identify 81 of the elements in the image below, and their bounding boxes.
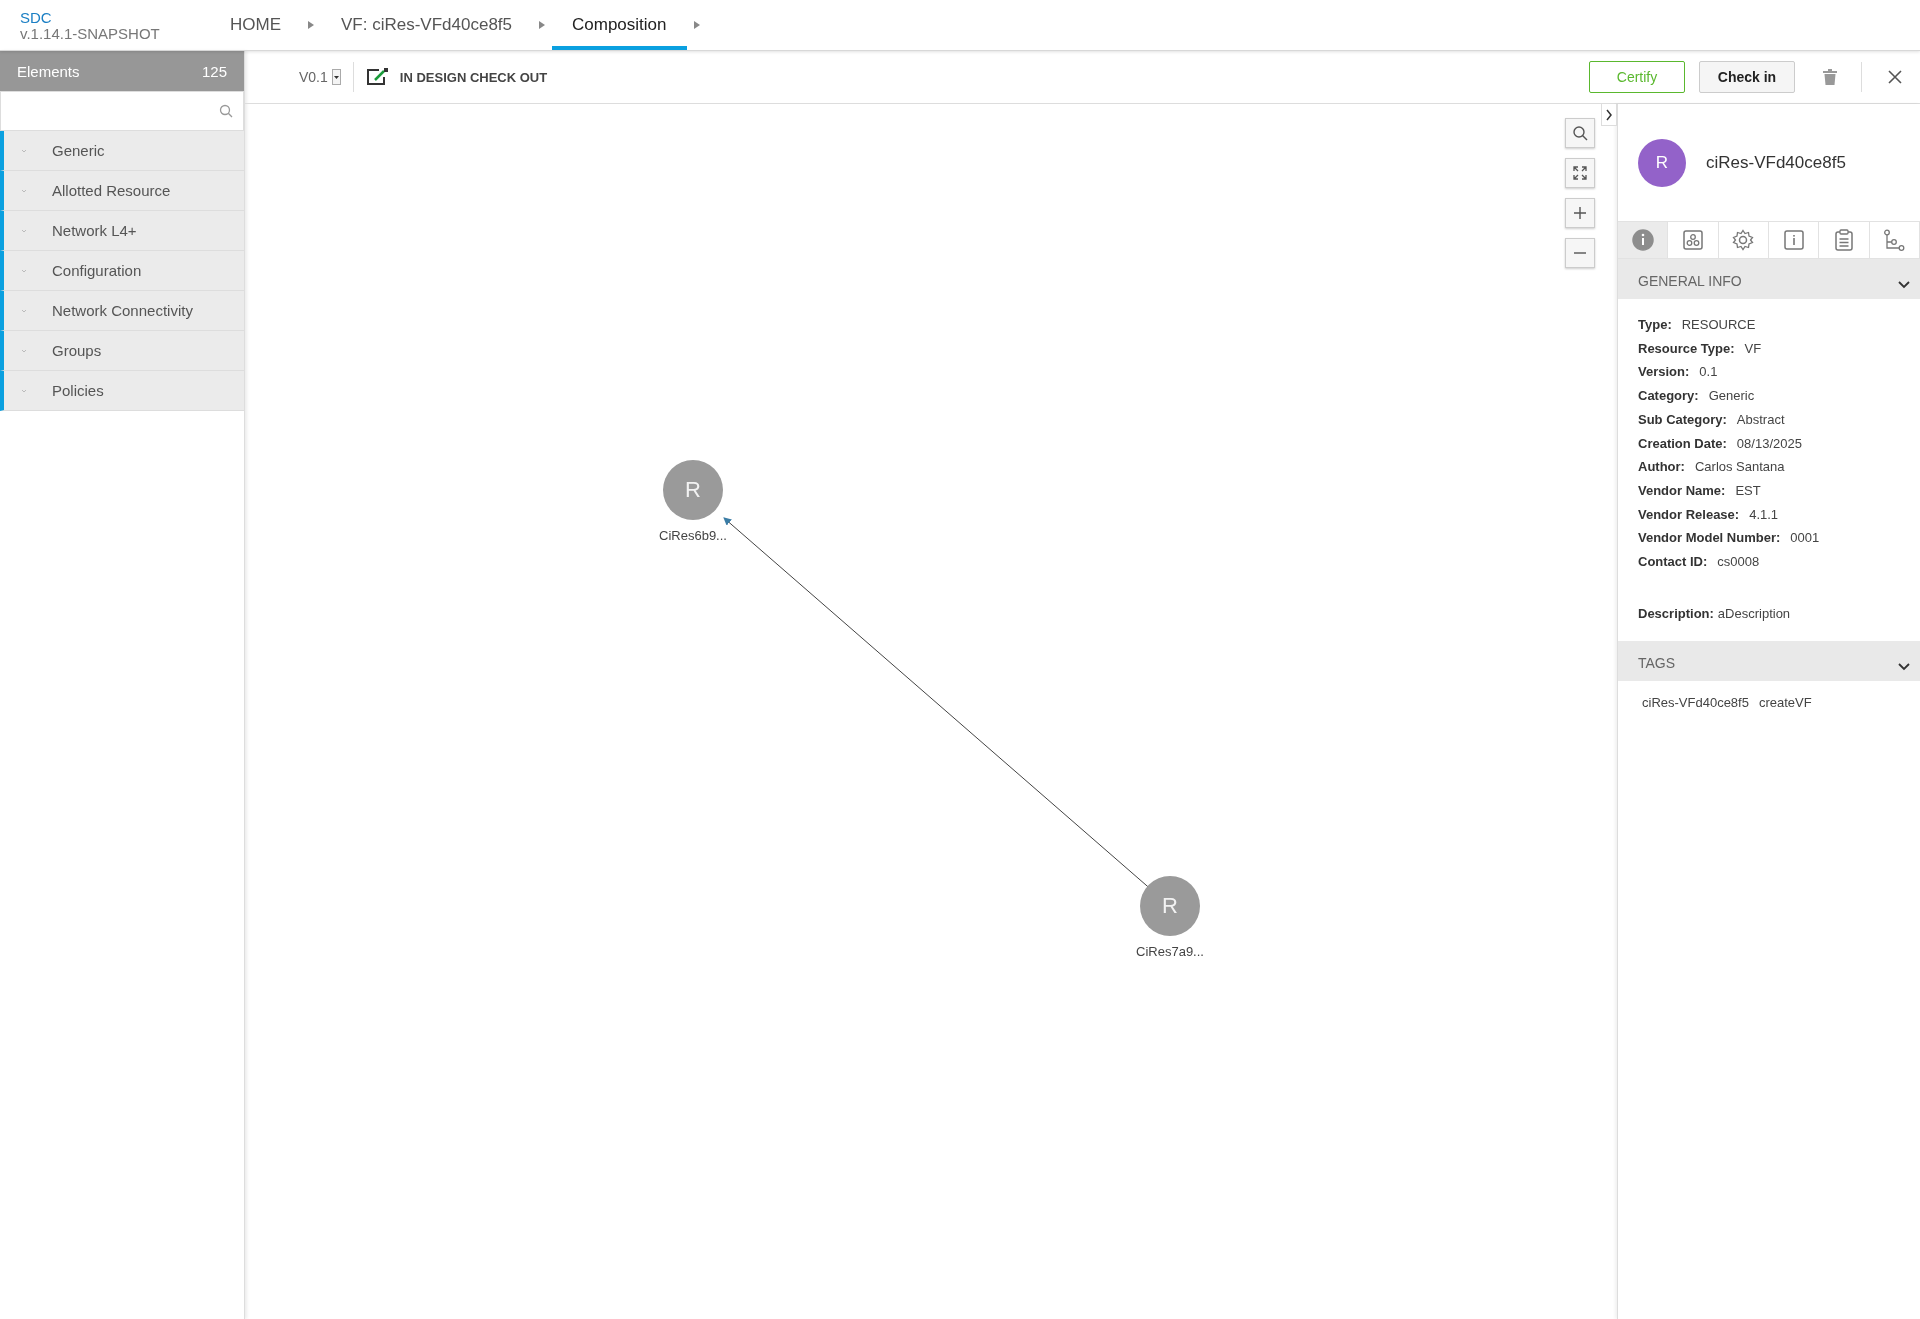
category-item[interactable]: Allotted Resource (0, 171, 244, 211)
category-label: Network Connectivity (52, 302, 193, 319)
field-value: 08/13/2025 (1736, 435, 1802, 451)
field-label: Vendor Model Number: (1638, 530, 1781, 546)
avatar: R (1638, 138, 1686, 187)
tool-button[interactable] (1565, 198, 1595, 228)
category-item[interactable]: Configuration (0, 251, 244, 291)
category-item[interactable]: Network Connectivity (0, 291, 244, 331)
field-value: 4.1.1 (1749, 506, 1779, 522)
elements-title: Elements (17, 62, 80, 80)
field-value: Carlos Santana (1694, 459, 1785, 475)
field-value: EST (1735, 482, 1761, 498)
gear-icon (1732, 229, 1755, 251)
field-label: Sub Category: (1638, 411, 1727, 427)
caret-icon (692, 20, 701, 30)
field-label: Type: (1638, 317, 1672, 332)
field-label: Resource Type: (1638, 340, 1735, 356)
breadcrumb-tab[interactable]: VF: ciRes-VFd40ce8f5 (321, 0, 532, 50)
field-label: Author: (1638, 459, 1685, 475)
category-label: Network L4+ (52, 222, 137, 239)
search-field[interactable] (0, 91, 244, 131)
field-label: Vendor Release: (1638, 506, 1740, 522)
category-item[interactable]: Policies (0, 371, 244, 411)
collapse-button[interactable] (1601, 104, 1617, 126)
category-label: Policies (52, 382, 104, 399)
field-value: Generic (1708, 388, 1755, 404)
tool-button[interactable] (1565, 118, 1595, 148)
zoom-in-icon (1574, 207, 1586, 219)
category-label: Allotted Resource (52, 182, 171, 199)
version-label: v.1.14.1-SNAPSHOT (20, 26, 161, 42)
breadcrumb-tab[interactable]: HOME (210, 0, 301, 50)
clipboard-icon (1832, 229, 1855, 251)
info-square-icon (1782, 229, 1805, 251)
field-label: Contact ID: (1638, 554, 1708, 570)
field-label: Version: (1638, 364, 1690, 380)
field-value: cs0008 (1717, 554, 1760, 570)
category-item[interactable]: Generic (0, 131, 244, 171)
info-icon (1631, 229, 1654, 251)
search-icon (1572, 125, 1588, 141)
trash-icon[interactable] (1823, 69, 1837, 85)
field-value: aDescription (1717, 605, 1791, 621)
field-value: Abstract (1736, 411, 1785, 427)
category-item[interactable]: Network L4+ (0, 211, 244, 251)
component-title: ciRes-VFd40ce8f5 (1706, 152, 1846, 173)
close-icon[interactable] (1888, 70, 1902, 84)
tag: createVF (1758, 695, 1812, 711)
field-value: 0.1 (1699, 364, 1718, 380)
status-label: IN DESIGN CHECK OUT (399, 69, 548, 85)
category-label: Groups (52, 342, 102, 359)
category-label: Generic (52, 142, 105, 159)
section-header[interactable]: GENERAL INFO (1618, 259, 1920, 299)
field-value: 0001 (1790, 530, 1820, 546)
edit-icon (365, 67, 390, 87)
tool-button[interactable] (1565, 238, 1595, 268)
dropdown-icon (331, 69, 341, 85)
node-label: CiRes7a9... (1136, 944, 1204, 959)
check-in-button[interactable]: Check in (1699, 61, 1795, 93)
caret-icon (307, 20, 315, 30)
field-value: RESOURCE (1681, 317, 1756, 332)
section-header[interactable]: TAGS (1618, 641, 1920, 682)
field-value: VF (1744, 340, 1762, 356)
tag: ciRes-VFd40ce8f5 (1642, 695, 1749, 711)
caret-icon (538, 20, 546, 30)
category-label: Configuration (52, 262, 142, 279)
chevron-icon (1605, 108, 1613, 121)
search-icon (219, 104, 233, 118)
category-item[interactable]: Groups (0, 331, 244, 371)
elements-count: 125 (201, 62, 227, 80)
tool-button[interactable] (1565, 158, 1595, 188)
breadcrumb-tab[interactable]: Composition (552, 0, 687, 50)
expand-icon (1572, 165, 1588, 181)
field-label: Description: (1638, 605, 1714, 621)
version-select[interactable]: V0.1 (299, 69, 341, 85)
field-label: Vendor Name: (1638, 482, 1726, 498)
field-label: Category: (1638, 388, 1699, 404)
app-logo[interactable]: SDC (20, 10, 210, 26)
network-icon (1682, 229, 1704, 251)
panel-tab[interactable] (1618, 222, 1669, 258)
field-label: Creation Date: (1638, 435, 1727, 451)
node-label: CiRes6b9... (659, 528, 727, 543)
branch-icon (1883, 229, 1906, 251)
